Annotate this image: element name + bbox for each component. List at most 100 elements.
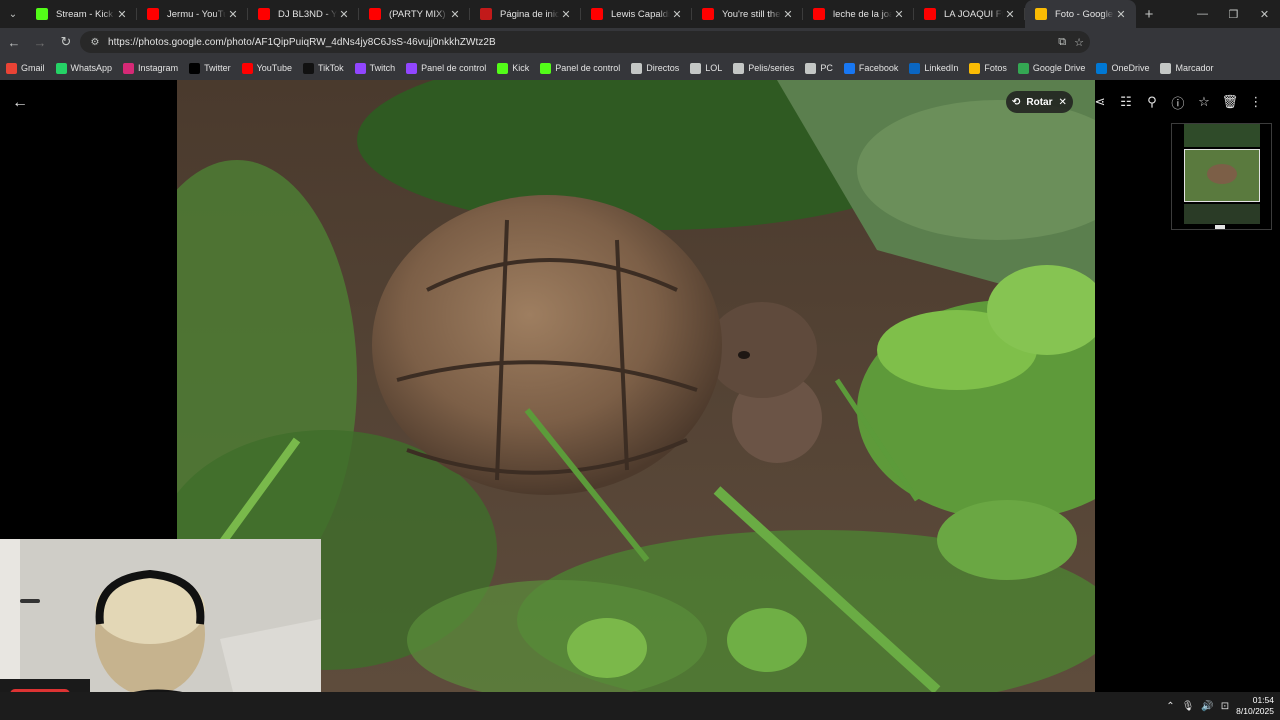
bookmark-item[interactable]: Fotos <box>969 62 1007 74</box>
forward-icon[interactable]: → <box>28 30 52 54</box>
bookmark-item[interactable]: Gmail <box>6 62 45 74</box>
share-icon[interactable]: ⋖ <box>1087 90 1113 114</box>
edit-icon[interactable]: ☷ <box>1113 90 1139 114</box>
folder-icon <box>805 62 817 74</box>
back-icon[interactable]: ← <box>2 30 26 54</box>
bookmark-item[interactable]: Twitter <box>189 62 231 74</box>
minimize-icon[interactable]: — <box>1187 0 1218 28</box>
close-window-icon[interactable]: ✕ <box>1249 0 1280 28</box>
bookmark-label: LinkedIn <box>924 63 959 73</box>
reload-icon[interactable]: ↻ <box>54 30 78 54</box>
tray-overflow-icon[interactable]: ⌃ <box>1166 701 1174 712</box>
close-tab-icon[interactable]: ✕ <box>226 8 240 21</box>
browser-tab[interactable]: Stream - Kick Dashboard✕ <box>26 0 137 28</box>
bookmark-label: Twitch <box>369 63 396 73</box>
microphone-icon[interactable]: 🎙 <box>1182 701 1195 712</box>
close-tab-icon[interactable]: ✕ <box>1003 8 1017 21</box>
bookmark-item[interactable]: Twitch <box>354 62 396 74</box>
zoom-icon[interactable]: ⚲ <box>1139 90 1165 114</box>
instagram-icon <box>123 62 135 74</box>
browser-tab[interactable]: leche de la joaquina✕ <box>803 0 914 28</box>
filmstrip <box>1171 123 1272 230</box>
browser-tab[interactable]: Página de inicio - SoundCloud✕ <box>470 0 581 28</box>
close-tab-icon[interactable]: ✕ <box>115 8 129 21</box>
trash-icon[interactable]: 🗑 <box>1217 90 1243 114</box>
bookmark-label: Gmail <box>21 63 45 73</box>
youtube-icon <box>369 8 381 20</box>
onedrive-icon <box>1096 62 1108 74</box>
bookmark-item[interactable]: PC <box>805 62 833 74</box>
more-icon[interactable]: ⋮ <box>1243 90 1269 114</box>
rotate-dismiss-icon[interactable]: ✕ <box>1059 97 1067 108</box>
tab-title: leche de la joaquina <box>833 8 892 20</box>
bookmark-item[interactable]: Panel de control <box>406 62 486 74</box>
bookmark-item[interactable]: OneDrive <box>1096 62 1149 74</box>
folder-icon <box>733 62 745 74</box>
network-icon[interactable]: ⊡ <box>1221 701 1229 712</box>
back-arrow-icon[interactable]: ← <box>12 94 30 112</box>
bookmark-item[interactable]: Facebook <box>843 62 899 74</box>
url-text: https://photos.google.com/photo/AF1QipPu… <box>108 36 496 48</box>
browser-tab[interactable]: You're still the best✕ <box>692 0 803 28</box>
tab-title: LA JOAQUI Ft Salastkbeats <box>944 8 1003 20</box>
kick-icon <box>497 62 509 74</box>
tab-strip: ⌄ Stream - Kick Dashboard✕Jermu - YouTub… <box>0 0 1280 28</box>
thumbnail-next[interactable] <box>1184 204 1260 224</box>
bookmark-star-icon[interactable]: ☆ <box>1074 36 1084 49</box>
tab-title: You're still the best <box>722 8 781 20</box>
close-tab-icon[interactable]: ✕ <box>892 8 906 21</box>
bookmark-item[interactable]: Instagram <box>123 62 179 74</box>
bookmark-item[interactable]: LinkedIn <box>909 62 959 74</box>
bookmark-item[interactable]: Kick <box>497 62 529 74</box>
browser-tab[interactable]: Lewis Capaldi - Someone✕ <box>581 0 692 28</box>
thumbnail-current[interactable] <box>1184 149 1260 202</box>
bookmark-label: Facebook <box>858 63 899 73</box>
volume-icon[interactable]: 🔊 <box>1201 701 1213 712</box>
google-photos-icon <box>969 62 981 74</box>
tab-search-icon[interactable]: ⌄ <box>0 0 26 28</box>
bookmark-item[interactable]: Panel de control <box>540 62 620 74</box>
bookmark-label: Instagram <box>138 63 179 73</box>
facebook-icon <box>843 62 855 74</box>
install-app-icon[interactable]: ⧉ <box>1058 36 1066 49</box>
bookmark-item[interactable]: Pelis/series <box>733 62 795 74</box>
tab-title: Foto - Google Fotos <box>1055 8 1114 20</box>
bookmark-item[interactable]: Google Drive <box>1017 62 1085 74</box>
youtube-icon <box>702 8 714 20</box>
new-tab-icon[interactable]: + <box>1136 6 1162 23</box>
address-bar[interactable]: ⚙ https://photos.google.com/photo/AF1Qip… <box>80 31 1090 53</box>
linkedin-icon <box>909 62 921 74</box>
close-tab-icon[interactable]: ✕ <box>1114 8 1128 21</box>
folder-icon <box>631 62 643 74</box>
close-tab-icon[interactable]: ✕ <box>448 8 462 21</box>
bookmark-item[interactable]: Directos <box>631 62 679 74</box>
close-tab-icon[interactable]: ✕ <box>781 8 795 21</box>
restore-icon[interactable]: ❐ <box>1218 0 1249 28</box>
bookmark-item[interactable]: LOL <box>690 62 722 74</box>
filmstrip-indicator <box>1215 225 1225 229</box>
browser-tab[interactable]: Foto - Google Fotos✕ <box>1025 0 1136 28</box>
close-tab-icon[interactable]: ✕ <box>337 8 351 21</box>
bookmark-item[interactable]: WhatsApp <box>55 62 112 74</box>
bookmark-label: Pelis/series <box>748 63 795 73</box>
globe-icon <box>1160 62 1172 74</box>
bookmark-item[interactable]: YouTube <box>241 62 292 74</box>
bookmark-item[interactable]: Marcador <box>1160 62 1213 74</box>
rotate-chip[interactable]: ⟲ Rotar ✕ <box>1006 91 1073 113</box>
browser-tab[interactable]: LA JOAQUI Ft Salastkbeats✕ <box>914 0 1025 28</box>
site-info-icon[interactable]: ⚙ <box>86 37 104 48</box>
thumbnail-previous[interactable] <box>1184 124 1260 147</box>
info-icon[interactable]: ⓘ <box>1165 90 1191 114</box>
system-tray: ⌃ 🎙 🔊 ⊡ 01:54 8/10/2025 <box>1166 692 1274 720</box>
close-tab-icon[interactable]: ✕ <box>670 8 684 21</box>
clock[interactable]: 01:54 8/10/2025 <box>1236 695 1274 717</box>
star-icon[interactable]: ☆ <box>1191 90 1217 114</box>
close-tab-icon[interactable]: ✕ <box>559 8 573 21</box>
browser-tab[interactable]: Jermu - YouTube✕ <box>137 0 248 28</box>
rotate-icon: ⟲ <box>1012 96 1021 108</box>
clock-date: 8/10/2025 <box>1236 706 1274 716</box>
bookmark-item[interactable]: TikTok <box>302 62 344 74</box>
clock-time: 01:54 <box>1252 695 1274 705</box>
browser-tab[interactable]: DJ BL3ND - YouTube✕ <box>248 0 359 28</box>
browser-tab[interactable]: (PARTY MIX) - DJ✕ <box>359 0 470 28</box>
